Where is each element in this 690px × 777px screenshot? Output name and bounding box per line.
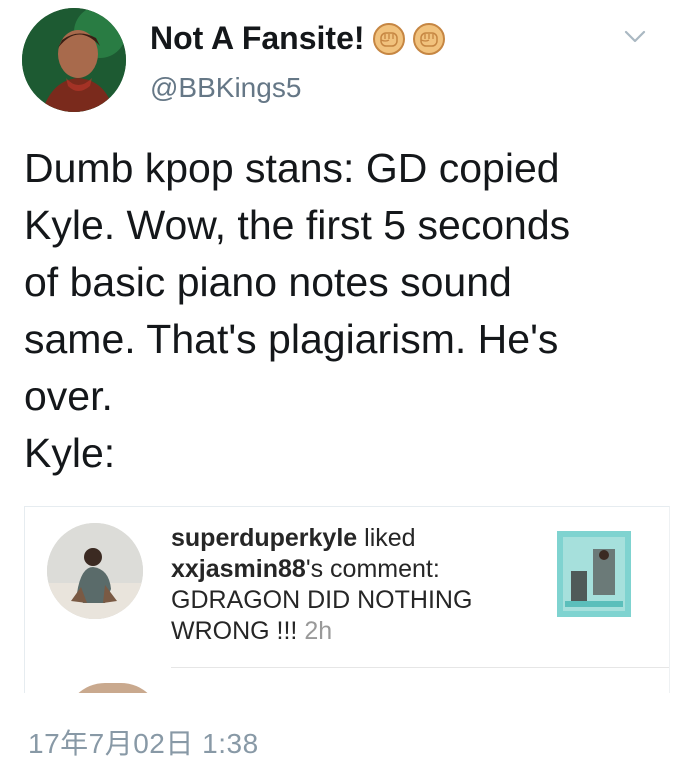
tweet-text: Dumb kpop stans: GD copied Kyle. Wow, th… bbox=[24, 145, 571, 476]
display-name[interactable]: Not A Fansite! bbox=[150, 20, 445, 57]
avatar-portrait-icon bbox=[22, 8, 126, 112]
liked-label: liked bbox=[357, 524, 416, 552]
post-thumbnail[interactable] bbox=[557, 531, 631, 617]
oncoming-fist-icon bbox=[372, 22, 405, 55]
oncoming-fist-icon bbox=[412, 22, 445, 55]
next-item-avatar bbox=[65, 683, 161, 693]
display-name-text: Not A Fansite! bbox=[150, 20, 365, 56]
profile-avatar[interactable] bbox=[22, 8, 126, 112]
activity-notice: superduperkyle liked xxjasmin88's commen… bbox=[171, 523, 511, 647]
embedded-screenshot[interactable]: superduperkyle liked xxjasmin88's commen… bbox=[24, 506, 670, 693]
notice-time: 2h bbox=[304, 617, 333, 645]
tweet-timestamp[interactable]: 17年7月02日 1:38 bbox=[28, 722, 259, 762]
embed-avatar bbox=[47, 523, 143, 619]
liker-username[interactable]: superduperkyle bbox=[171, 524, 357, 552]
tweet-header: Not A Fansite! @BBKings5 bbox=[0, 0, 690, 120]
commenter-username[interactable]: xxjasmin88 bbox=[171, 555, 306, 583]
user-handle[interactable]: @BBKings5 bbox=[150, 72, 301, 104]
chevron-down-icon[interactable] bbox=[622, 28, 648, 46]
comment-intro: 's comment: bbox=[305, 555, 440, 583]
embed-divider bbox=[171, 667, 669, 668]
